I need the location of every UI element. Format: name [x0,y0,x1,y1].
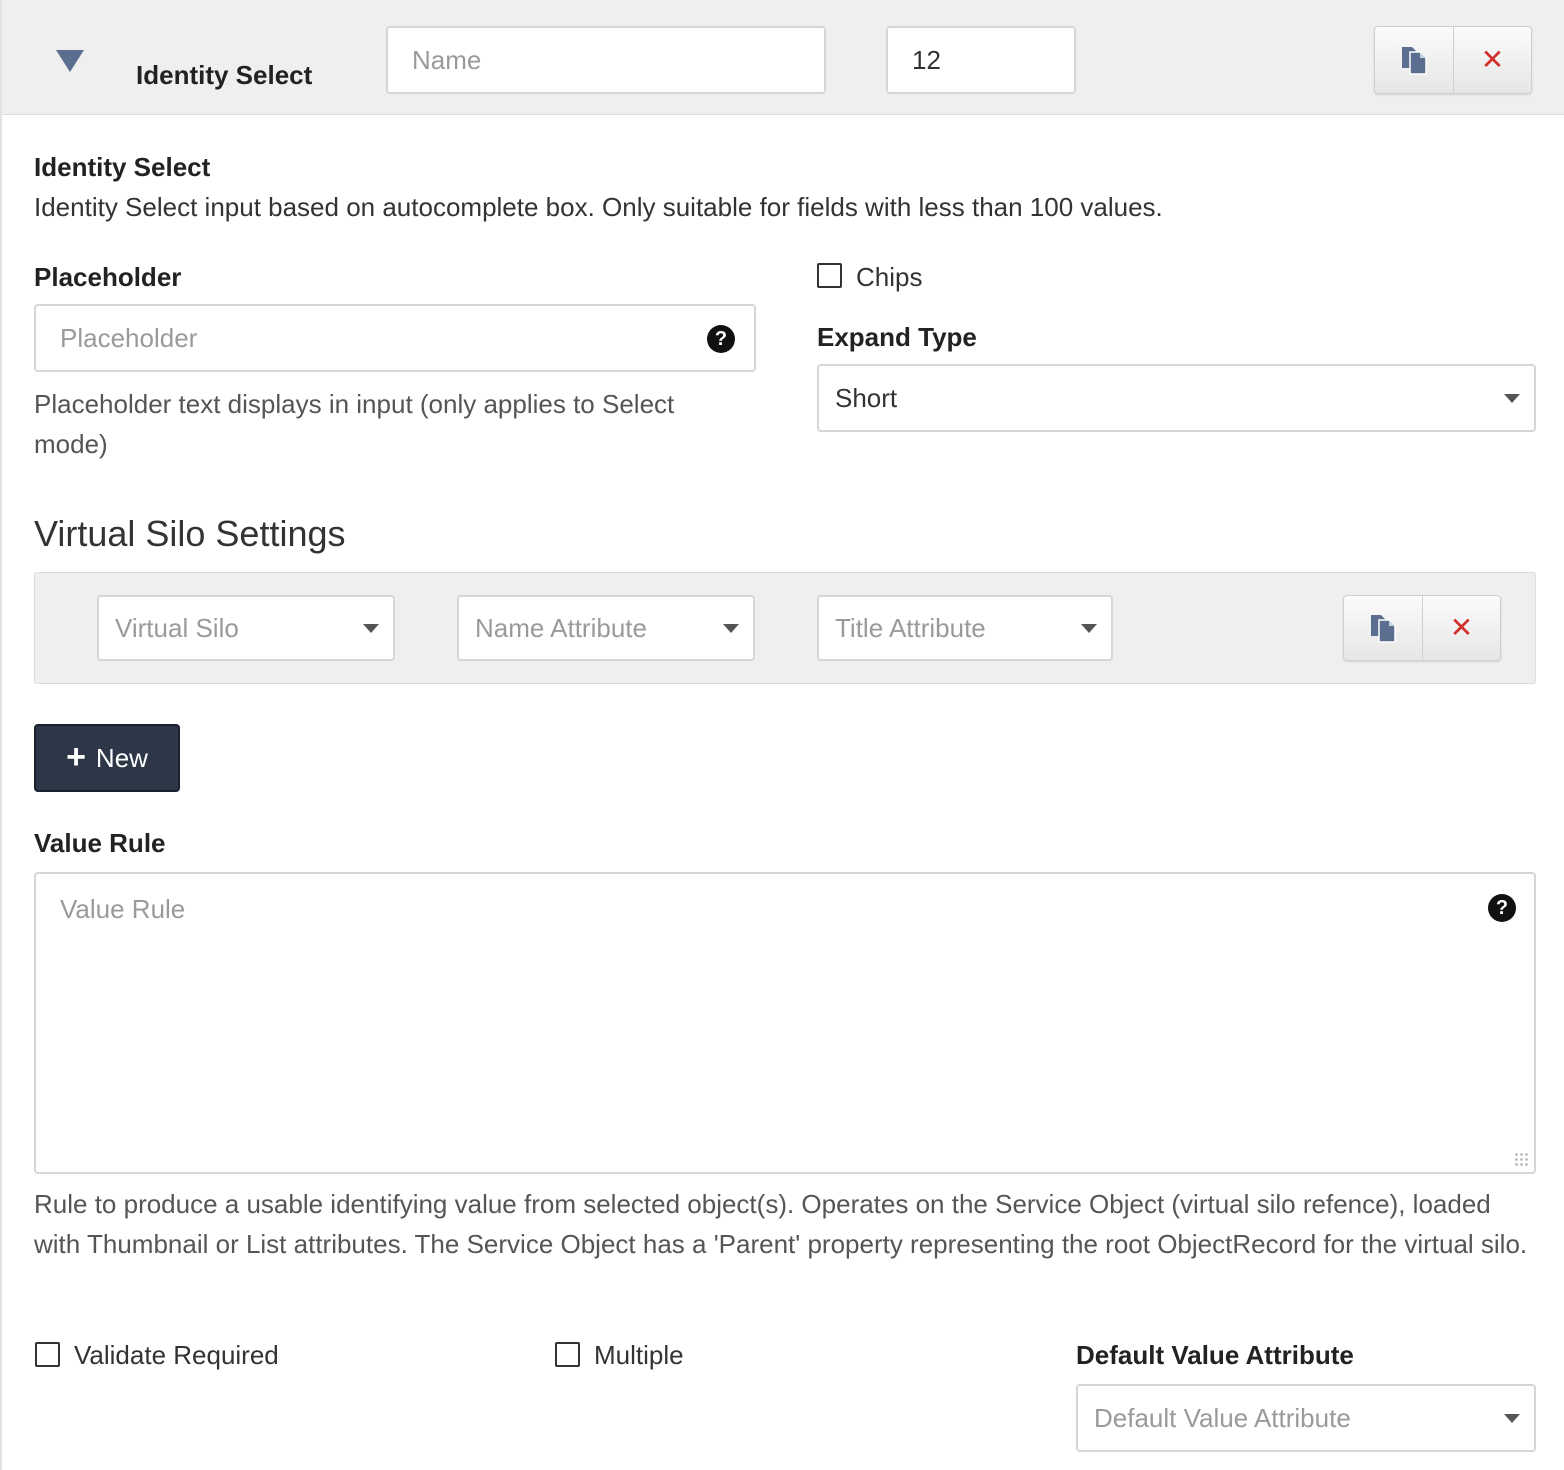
new-virtual-silo-button[interactable]: + New [34,724,180,792]
default-value-attribute-select[interactable]: Default Value Attribute [1076,1384,1536,1452]
placeholder-label: Placeholder [34,262,182,292]
virtual-silo-row: Virtual Silo Name Attribute Title Attrib… [34,572,1536,684]
chevron-down-icon [1081,624,1097,633]
name-input[interactable] [386,26,826,94]
multiple-label: Multiple [594,1340,684,1370]
name-attribute-placeholder: Name Attribute [475,612,647,643]
virtual-silo-placeholder: Virtual Silo [115,612,239,643]
width-input[interactable] [886,26,1076,94]
default-value-attribute-label: Default Value Attribute [1076,1340,1354,1370]
multiple-checkbox[interactable] [555,1342,580,1367]
field-type-title: Identity Select [34,152,211,182]
identity-select-panel: Identity Select ✕ Identity Select Identi… [0,0,1564,1470]
expand-type-value: Short [835,382,898,413]
title-attribute-placeholder: Title Attribute [835,612,986,643]
title-attribute-select[interactable]: Title Attribute [817,595,1113,661]
question-circle-icon[interactable]: ? [1488,894,1516,922]
validate-required-label: Validate Required [74,1340,279,1370]
chevron-down-icon [723,624,739,633]
field-type-description: Identity Select input based on autocompl… [34,192,1163,222]
expand-type-select[interactable]: Short [817,364,1536,432]
chips-label: Chips [856,262,923,292]
placeholder-input[interactable] [34,304,756,372]
value-rule-label: Value Rule [34,828,166,858]
placeholder-help-text: Placeholder text displays in input (only… [34,389,675,459]
caret-down-icon[interactable] [56,50,84,72]
question-circle-icon[interactable]: ? [707,325,735,353]
copy-icon [1402,47,1427,75]
chips-checkbox[interactable] [817,263,842,288]
value-rule-placeholder: Value Rule [60,894,186,924]
silo-remove-button[interactable]: ✕ [1422,596,1500,660]
plus-icon: + [66,737,86,776]
panel-header: Identity Select ✕ [2,0,1564,115]
value-rule-textarea[interactable]: Value Rule ? [34,872,1536,1174]
chevron-down-icon [1504,394,1520,403]
default-value-attribute-placeholder: Default Value Attribute [1094,1402,1351,1433]
silo-row-action-buttons: ✕ [1343,595,1501,661]
panel-header-title: Identity Select [136,60,313,90]
virtual-silo-section-title: Virtual Silo Settings [34,513,346,554]
silo-copy-button[interactable] [1344,596,1422,660]
close-icon: ✕ [1449,612,1474,643]
remove-button[interactable]: ✕ [1453,27,1531,93]
name-attribute-select[interactable]: Name Attribute [457,595,755,661]
expand-type-label: Expand Type [817,322,977,352]
virtual-silo-select[interactable]: Virtual Silo [97,595,395,661]
close-icon: ✕ [1480,44,1505,75]
resize-handle[interactable] [1514,1152,1530,1168]
value-rule-help-text: Rule to produce a usable identifying val… [34,1189,1528,1259]
validate-required-checkbox[interactable] [35,1342,60,1367]
new-button-label: New [95,742,148,773]
copy-icon [1371,615,1396,643]
header-action-buttons: ✕ [1374,26,1532,94]
chevron-down-icon [363,624,379,633]
copy-button[interactable] [1375,27,1453,93]
chevron-down-icon [1504,1414,1520,1423]
